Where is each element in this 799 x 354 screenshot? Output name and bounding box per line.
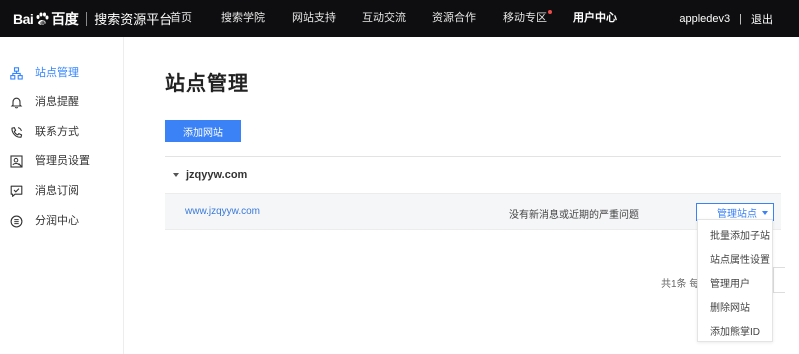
sidebar-item-label: 联系方式	[35, 126, 79, 138]
section-divider	[165, 156, 781, 157]
svg-text:du: du	[40, 20, 47, 26]
top-navbar: Bai du 百度 搜索资源平台 首页 搜索学院 网站支持 互动交流 资源合作 …	[0, 0, 799, 37]
sidebar-item-label: 消息订阅	[35, 185, 79, 197]
sidebar-item-label: 消息提醒	[35, 96, 79, 108]
user-area: appledev3 | 退出	[679, 0, 773, 37]
sidebar-item-label: 站点管理	[35, 67, 79, 79]
nav-resource-coop[interactable]: 资源合作	[432, 0, 476, 37]
page-title: 站点管理	[165, 73, 249, 95]
menu-item-batch-add-subsite[interactable]: 批量添加子站	[710, 227, 770, 242]
sitemap-icon	[10, 67, 23, 80]
nav-interaction[interactable]: 互动交流	[362, 0, 406, 37]
subscribe-icon	[10, 185, 23, 197]
menu-item-delete-site[interactable]: 删除网站	[710, 299, 750, 314]
menu-item-site-properties[interactable]: 站点属性设置	[710, 251, 770, 266]
sidebar-item-admin-settings[interactable]: 管理员设置	[0, 151, 123, 173]
admin-icon	[10, 155, 23, 168]
pagination-summary: 共1条 每	[661, 279, 700, 290]
logout-link[interactable]: 退出	[751, 11, 773, 27]
sidebar-item-subscription[interactable]: 消息订阅	[0, 181, 123, 203]
baidu-logo-mark: Bai du 百度	[13, 10, 79, 27]
sidebar-item-site-management[interactable]: 站点管理	[0, 63, 123, 85]
username-link[interactable]: appledev3	[679, 13, 730, 25]
nav-search-academy[interactable]: 搜索学院	[221, 0, 265, 37]
nav-mobile-zone[interactable]: 移动专区	[503, 0, 552, 37]
site-url-link[interactable]: www.jzqyyw.com	[185, 206, 260, 217]
sidebar-item-notifications[interactable]: 消息提醒	[0, 92, 123, 114]
site-row: www.jzqyyw.com 没有新消息或近期的严重问题 管理站点	[165, 193, 781, 230]
bell-icon	[10, 97, 23, 109]
page-size-select[interactable]	[773, 267, 785, 293]
nav-user-center[interactable]: 用户中心	[573, 0, 617, 37]
domain-group-toggle[interactable]: jzqyyw.com	[173, 167, 247, 183]
menu-item-add-xiongzhang-id[interactable]: 添加熊掌ID	[710, 323, 760, 338]
phone-icon	[11, 127, 23, 138]
nav-site-support[interactable]: 网站支持	[292, 0, 336, 37]
chevron-down-icon	[762, 211, 768, 215]
paw-icon: du	[36, 12, 49, 26]
caret-down-icon	[173, 173, 179, 177]
sidebar-item-revenue-center[interactable]: 分润中心	[0, 211, 123, 233]
sidebar-item-contact[interactable]: 联系方式	[0, 122, 123, 144]
platform-name: 搜索资源平台	[94, 12, 173, 27]
sidebar: 站点管理 消息提醒 联系方式 管理员设置 消息订阅 分润中心	[0, 37, 124, 354]
sidebar-item-label: 管理员设置	[35, 155, 90, 167]
notification-dot	[548, 10, 552, 14]
domain-name: jzqyyw.com	[186, 169, 248, 181]
user-separator: |	[739, 12, 742, 25]
menu-item-manage-users[interactable]: 管理用户	[710, 275, 750, 290]
baidu-logo[interactable]: Bai du 百度 搜索资源平台	[13, 0, 172, 37]
nav-mobile-zone-label: 移动专区	[503, 12, 547, 24]
manage-site-menu: 批量添加子站 站点属性设置 管理用户 删除网站 添加熊掌ID	[697, 219, 773, 342]
logo-divider	[86, 11, 88, 26]
add-site-button[interactable]: 添加网站	[165, 120, 241, 142]
revenue-icon	[10, 215, 23, 228]
nav-home[interactable]: 首页	[170, 0, 192, 37]
sidebar-item-label: 分润中心	[35, 215, 79, 227]
site-status-message: 没有新消息或近期的严重问题	[509, 210, 639, 221]
manage-site-label: 管理站点	[717, 208, 757, 220]
